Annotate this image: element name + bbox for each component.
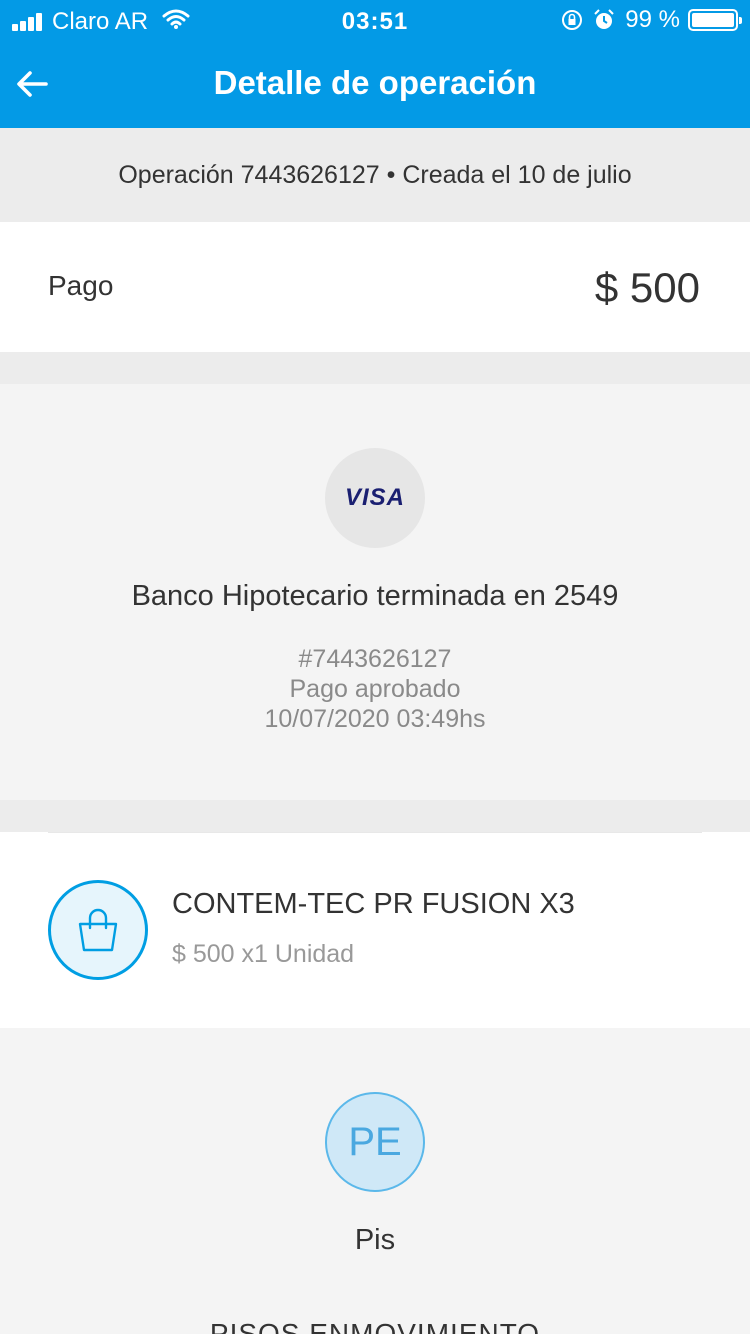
seller-name: Pis [354, 1224, 396, 1256]
payment-summary: Pago $ 500 [0, 222, 750, 352]
battery-level [692, 13, 734, 27]
battery-percent: 99 % [625, 6, 680, 33]
section-divider [0, 352, 750, 384]
status-bar: Claro AR 03:51 99 % [0, 0, 750, 40]
rotation-lock-icon [561, 9, 583, 31]
card-brand: VISA [344, 484, 405, 511]
seller-section: PE Pis PISOS ENMOVIMIENTO [0, 1028, 750, 1334]
item-price-quantity: $ 500 x1 Unidad [172, 940, 355, 968]
page-title: Detalle de operación [213, 64, 537, 101]
seller-business-name: PISOS ENMOVIMIENTO [209, 1318, 541, 1334]
payment-amount: $ 500 [594, 264, 700, 311]
status-right: 99 % [561, 6, 742, 34]
payment-datetime: 10/07/2020 03:49hs [264, 705, 486, 733]
shopping-bag-icon [48, 880, 148, 980]
operation-number: #7443626127 [298, 645, 452, 673]
alarm-icon [593, 9, 615, 31]
avatar: PE [325, 1092, 425, 1192]
payment-status: Pago aprobado [289, 675, 461, 703]
payment-label: Pago [48, 270, 114, 301]
divider [48, 832, 702, 833]
purchased-item[interactable]: CONTEM-TEC PR FUSION X3 $ 500 x1 Unidad [0, 832, 750, 1028]
section-divider [0, 800, 750, 832]
payment-method-section: VISA Banco Hipotecario terminada en 2549… [0, 384, 750, 800]
nav-bar: Detalle de operación [0, 40, 750, 128]
card-bank-name: Banco Hipotecario terminada en 2549 [131, 580, 619, 612]
item-title: CONTEM-TEC PR FUSION X3 [172, 888, 575, 920]
visa-logo-icon: VISA [325, 448, 425, 548]
card-details: #7443626127 Pago aprobado 10/07/2020 03:… [0, 644, 750, 734]
battery-icon [688, 9, 742, 31]
operation-header: Operación 7443626127 • Creada el 10 de j… [0, 128, 750, 222]
